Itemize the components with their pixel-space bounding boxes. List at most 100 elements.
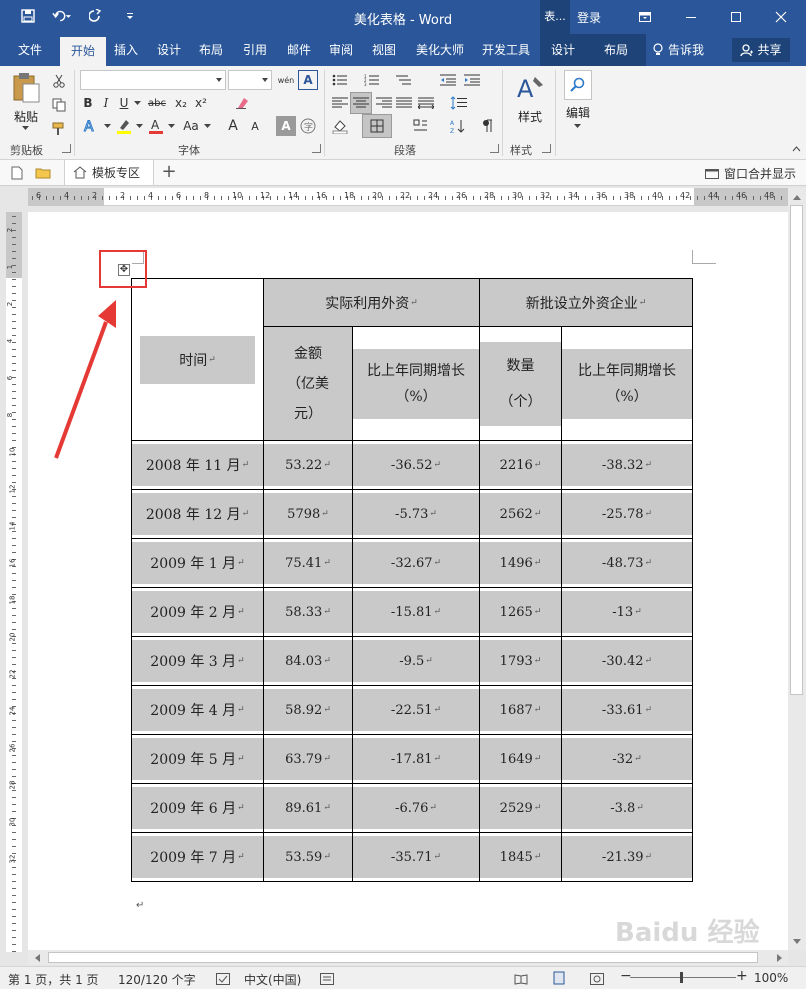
tab-beautify-master[interactable]: 美化大师 <box>410 34 470 66</box>
tab-references[interactable]: 引用 <box>235 34 275 66</box>
time-cell[interactable]: 2009 年 5 月 ↵ <box>131 734 264 784</box>
table-row[interactable]: 2008 年 12 月 ↵ 5798 ↵ -5.73 ↵ 2562 ↵ -25.78 ↵ <box>131 489 693 539</box>
styles-button-label[interactable]: 样式 <box>510 108 550 125</box>
line-spacing-icon[interactable] <box>448 94 470 112</box>
copy-icon[interactable] <box>50 96 68 114</box>
increase-indent-icon[interactable] <box>462 72 482 88</box>
font-launcher-icon[interactable] <box>312 144 321 153</box>
distributed-icon[interactable] <box>416 94 436 112</box>
count-cell[interactable]: 1649 ↵ <box>479 734 562 784</box>
print-layout-icon[interactable] <box>552 971 566 988</box>
web-layout-icon[interactable] <box>590 973 604 988</box>
table-row[interactable]: 2009 年 7 月 ↵ 53.59 ↵ -35.71 ↵ 1845 ↵ -21.39 ↵ <box>131 832 693 882</box>
time-cell[interactable]: 2009 年 2 月 ↵ <box>131 587 264 637</box>
amount-cell[interactable]: 58.92 ↵ <box>263 685 353 735</box>
change-case-dropdown-icon[interactable] <box>202 116 212 136</box>
zoom-slider[interactable] <box>630 977 736 978</box>
count-growth-cell[interactable]: -3.8 ↵ <box>561 783 693 833</box>
time-cell[interactable]: 2009 年 3 月 ↵ <box>131 636 264 686</box>
header-amount-cell[interactable]: 金额 （亿美 元） <box>263 326 353 441</box>
tab-mailings[interactable]: 邮件 <box>280 34 318 66</box>
char-shading-button[interactable]: A <box>276 116 296 136</box>
highlight-dropdown-icon[interactable] <box>134 116 144 136</box>
maximize-icon[interactable] <box>725 6 747 28</box>
time-cell[interactable]: 2009 年 7 月 ↵ <box>131 832 264 882</box>
tab-layout[interactable]: 布局 <box>192 34 230 66</box>
tab-design[interactable]: 设计 <box>150 34 188 66</box>
amount-cell[interactable]: 89.61 ↵ <box>263 783 353 833</box>
highlight-icon[interactable] <box>114 116 134 136</box>
clear-formatting-icon[interactable] <box>232 94 252 112</box>
time-cell[interactable]: 2009 年 6 月 ↵ <box>131 783 264 833</box>
subscript-button[interactable]: x₂ <box>172 94 190 112</box>
minimize-icon[interactable] <box>680 6 702 28</box>
align-left-icon[interactable] <box>330 94 350 112</box>
amount-cell[interactable]: 5798 ↵ <box>263 489 353 539</box>
tab-developer[interactable]: 开发工具 <box>476 34 536 66</box>
change-case-button[interactable]: Aa <box>180 116 202 136</box>
font-size-combo[interactable] <box>228 70 272 90</box>
count-cell[interactable]: 1265 ↵ <box>479 587 562 637</box>
merge-windows-toggle[interactable]: 窗口合并显示 <box>704 165 796 182</box>
underline-button[interactable]: U <box>116 94 132 112</box>
data-table[interactable]: 时间 ↵ 实际利用外资 ↵ 新批设立外资企业 ↵ 金额 （亿美 元） 比上年同期… <box>131 278 693 882</box>
close-icon[interactable] <box>770 6 792 28</box>
document-page[interactable]: 时间 ↵ 实际利用外资 ↵ 新批设立外资企业 ↵ 金额 （亿美 元） 比上年同期… <box>28 212 788 950</box>
scroll-down-icon[interactable] <box>790 934 804 948</box>
header-new-foreign-enterprises[interactable]: 新批设立外资企业 ↵ <box>479 278 693 327</box>
template-zone-tab[interactable]: 模板专区 <box>64 160 154 185</box>
align-center-icon[interactable] <box>350 92 372 114</box>
edit-dropdown-icon[interactable] <box>572 122 582 130</box>
styles-icon[interactable]: A <box>512 70 548 106</box>
tab-file[interactable]: 文件 <box>8 34 52 66</box>
tab-review[interactable]: 审阅 <box>322 34 360 66</box>
amount-cell[interactable]: 53.22 ↵ <box>263 440 353 490</box>
share-button[interactable]: 共享 <box>732 38 790 62</box>
new-document-icon[interactable] <box>8 164 26 182</box>
count-cell[interactable]: 1496 ↵ <box>479 538 562 588</box>
ribbon-display-options-icon[interactable] <box>634 6 656 28</box>
amount-growth-cell[interactable]: -6.76 ↵ <box>352 783 480 833</box>
amount-growth-cell[interactable]: -36.52 ↵ <box>352 440 480 490</box>
proofing-icon[interactable] <box>216 973 230 988</box>
decrease-indent-icon[interactable] <box>438 72 458 88</box>
phonetic-guide-icon[interactable]: wén <box>276 70 296 90</box>
tab-view[interactable]: 视图 <box>364 34 404 66</box>
char-border-icon[interactable]: A <box>298 70 318 90</box>
tab-table-design[interactable]: 设计 <box>540 34 586 66</box>
count-cell[interactable]: 2529 ↵ <box>479 783 562 833</box>
numbering-icon[interactable]: 123 <box>362 72 382 88</box>
vertical-scroll-thumb[interactable] <box>790 205 803 695</box>
count-growth-cell[interactable]: -30.42 ↵ <box>561 636 693 686</box>
count-cell[interactable]: 1845 ↵ <box>479 832 562 882</box>
macro-icon[interactable] <box>320 973 334 988</box>
amount-cell[interactable]: 84.03 ↵ <box>263 636 353 686</box>
time-cell[interactable]: 2009 年 1 月 ↵ <box>131 538 264 588</box>
font-color-dropdown-icon[interactable] <box>166 116 176 136</box>
scroll-up-icon[interactable] <box>790 190 804 204</box>
cut-icon[interactable] <box>50 72 68 90</box>
shrink-font-button[interactable]: A <box>246 116 264 136</box>
count-growth-cell[interactable]: -48.73 ↵ <box>561 538 693 588</box>
justify-icon[interactable] <box>394 94 414 112</box>
zoom-in-icon[interactable]: + <box>736 968 748 984</box>
paste-dropdown-icon[interactable] <box>20 124 30 132</box>
header-actual-foreign-capital[interactable]: 实际利用外资 ↵ <box>263 278 480 327</box>
amount-cell[interactable]: 63.79 ↵ <box>263 734 353 784</box>
clipboard-launcher-icon[interactable] <box>62 144 71 153</box>
header-time-cell[interactable]: 时间 ↵ <box>131 278 264 441</box>
zoom-out-icon[interactable]: − <box>620 968 632 984</box>
multilevel-list-icon[interactable] <box>394 72 414 88</box>
bullets-icon[interactable] <box>330 72 350 88</box>
superscript-button[interactable]: x² <box>192 94 210 112</box>
zoom-level[interactable]: 100% <box>754 971 788 985</box>
language-status[interactable]: 中文(中国) <box>244 971 301 988</box>
amount-growth-cell[interactable]: -35.71 ↵ <box>352 832 480 882</box>
tab-table-layout[interactable]: 布局 <box>586 34 646 66</box>
amount-growth-cell[interactable]: -15.81 ↵ <box>352 587 480 637</box>
styles-launcher-icon[interactable] <box>542 144 551 153</box>
amount-growth-cell[interactable]: -22.51 ↵ <box>352 685 480 735</box>
table-row[interactable]: 2009 年 2 月 ↵ 58.33 ↵ -15.81 ↵ 1265 ↵ -13 ↵ <box>131 587 693 637</box>
strikethrough-button[interactable]: abc <box>144 94 170 112</box>
font-name-combo[interactable] <box>80 70 226 90</box>
